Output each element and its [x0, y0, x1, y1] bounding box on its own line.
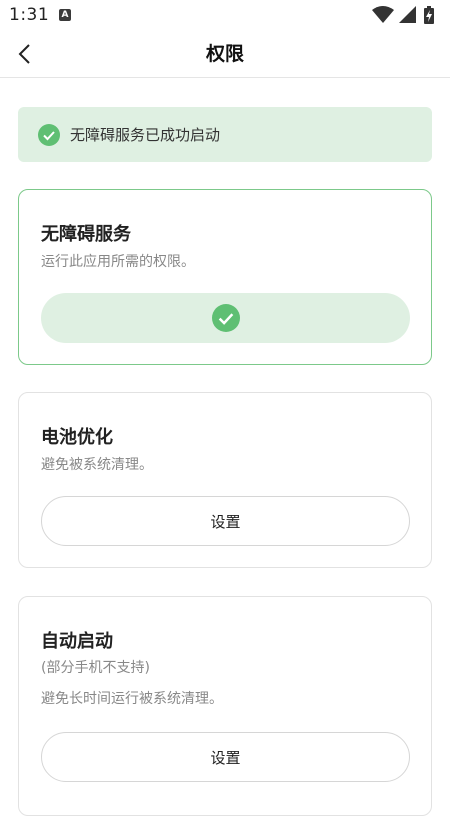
status-time: 1:31: [9, 5, 50, 25]
card-note: (部分手机不支持): [41, 660, 150, 676]
wifi-icon: [372, 6, 394, 23]
check-circle-icon: [38, 123, 60, 146]
status-icons: [372, 6, 442, 24]
auto-start-card: 自动启动 (部分手机不支持) 避免长时间运行被系统清理。 设置: [18, 596, 432, 816]
card-description: 运行此应用所需的权限。: [41, 254, 195, 270]
status-bar: 1:31 A: [0, 0, 450, 32]
button-label: 设置: [210, 512, 241, 531]
accessibility-service-card: 无障碍服务 运行此应用所需的权限。: [18, 189, 432, 365]
card-title: 无障碍服务: [41, 224, 131, 245]
battery-charging-icon: [424, 6, 434, 24]
card-description: 避免被系统清理。: [41, 457, 153, 473]
card-title: 电池优化: [41, 427, 113, 448]
top-app-bar: 权限: [0, 32, 450, 78]
card-title: 自动启动: [41, 631, 113, 652]
accessibility-granted-button[interactable]: [41, 293, 410, 343]
auto-start-settings-button[interactable]: 设置: [41, 732, 410, 782]
button-label: 设置: [210, 748, 241, 767]
banner-text: 无障碍服务已成功启动: [70, 126, 221, 144]
cellular-signal-icon: [399, 6, 416, 23]
card-description: 避免长时间运行被系统清理。: [41, 691, 223, 707]
success-banner: 无障碍服务已成功启动: [18, 107, 432, 162]
check-circle-icon: [211, 304, 240, 332]
notification-badge: A: [59, 9, 71, 21]
battery-optimization-card: 电池优化 避免被系统清理。 设置: [18, 392, 432, 568]
battery-settings-button[interactable]: 设置: [41, 496, 410, 546]
page-title: 权限: [205, 43, 244, 65]
